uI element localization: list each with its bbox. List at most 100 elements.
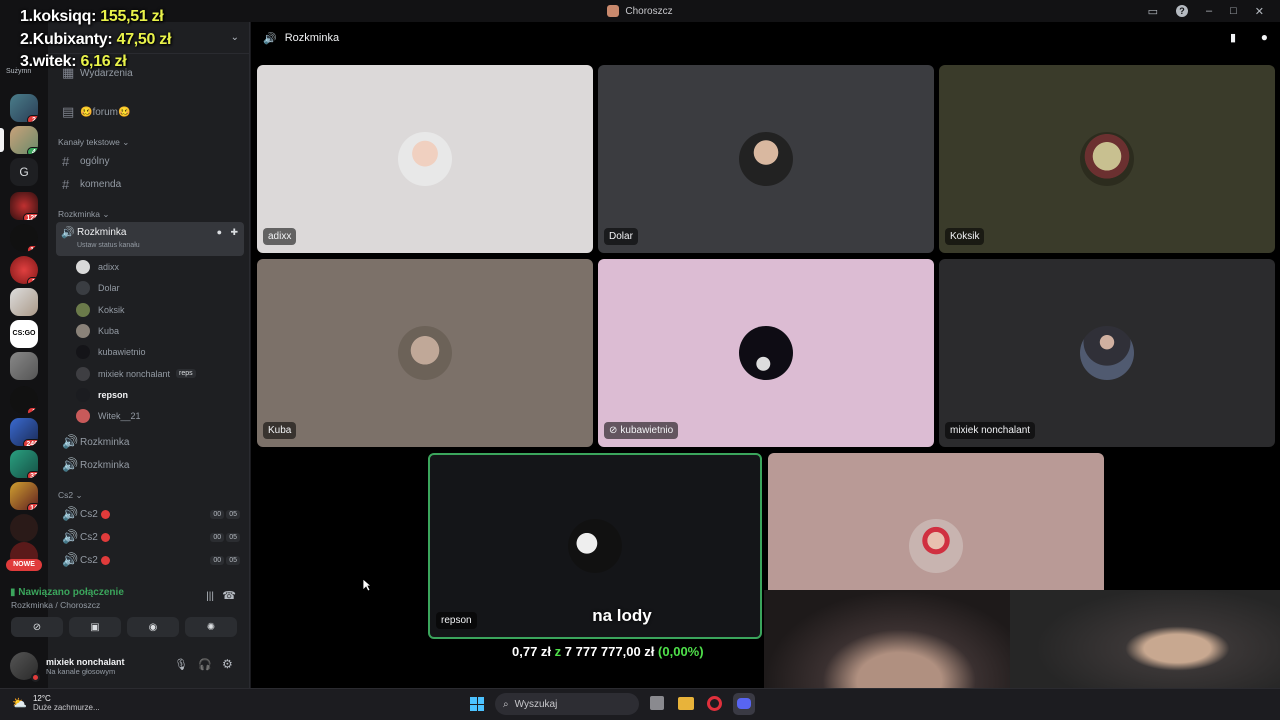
chevron-down-icon[interactable]: ⌄ (231, 32, 239, 43)
voice-channel-rozkminka-3[interactable]: 🔊 Rozkminka (56, 455, 244, 475)
avatar (76, 260, 90, 274)
server-icon[interactable]: 1 (10, 386, 38, 414)
csgo-server-icon[interactable]: CS:GO (10, 320, 38, 348)
user-count: 00 (210, 532, 225, 542)
screen-share-button[interactable]: ▣ (69, 617, 121, 637)
donation-goal: 0,77 zł z 7 777 777,00 zł (0,00%) (512, 644, 704, 659)
channel-ogolny[interactable]: # ogólny (56, 151, 244, 171)
chat-icon[interactable]: ● (217, 227, 222, 237)
category-voice[interactable]: Rozkminka ⌄ (58, 209, 110, 220)
channel-name: Cs2 (80, 554, 98, 566)
settings-gear-icon[interactable]: ⚙ (222, 657, 233, 671)
camera-off-button[interactable]: ⊘ (11, 617, 63, 637)
effects-button[interactable]: ✺ (185, 617, 237, 637)
user-limit: 05 (226, 555, 240, 565)
donation-message: na lody (592, 606, 652, 625)
voice-member[interactable]: Koksik (76, 301, 125, 319)
leaderboard-entry: 3.witek: 6,16 zł (20, 53, 127, 70)
windows-start-icon[interactable] (470, 697, 484, 711)
video-tile-kuba[interactable]: Kuba (257, 259, 593, 447)
participant-avatar (1080, 132, 1134, 186)
member-name: repson (98, 389, 129, 400)
voice-member[interactable]: mixiek nonchalant reps (76, 365, 196, 383)
server-icon[interactable]: 3 (10, 256, 38, 284)
voice-channel-rozkminka-2[interactable]: 🔊 Rozkminka (56, 432, 244, 452)
close-icon[interactable]: ✕ (1255, 5, 1264, 18)
speaker-icon: 🔊 (62, 434, 79, 449)
voice-member[interactable]: repson (76, 386, 128, 404)
voice-member[interactable]: Witek__21 (76, 407, 141, 425)
server-icon[interactable]: 125 (10, 192, 38, 220)
channel-status[interactable]: Ustaw status kanału (77, 242, 140, 249)
help-icon[interactable]: ? (1176, 5, 1188, 17)
server-letter-icon[interactable]: G (10, 158, 38, 186)
disconnect-icon[interactable]: ☎ (222, 589, 236, 602)
voice-channel-cs2[interactable]: 🔊 Cs2 00 05 (56, 527, 244, 547)
server-icon[interactable]: 13 (10, 224, 38, 252)
add-user-icon[interactable]: ✚ (230, 227, 238, 238)
screen-share-icon: ▣ (90, 621, 100, 633)
minimize-icon[interactable]: – (1206, 5, 1212, 17)
microphone-icon[interactable]: 🎙 (174, 658, 188, 671)
connection-location[interactable]: Rozkminka / Choroszcz (11, 600, 100, 610)
participant-avatar (739, 326, 793, 380)
server-icon[interactable]: 14 (10, 482, 38, 510)
participant-label: mixiek nonchalant (945, 422, 1036, 439)
category-text[interactable]: Kanały tekstowe ⌄ (58, 137, 129, 148)
weather-widget[interactable]: ⛅ 12°C Duże zachmurze... (12, 694, 100, 712)
inbox-icon[interactable]: ▭ (1148, 5, 1158, 18)
mouse-cursor-icon (362, 578, 372, 592)
avatar[interactable] (10, 652, 40, 682)
soundboard-icon[interactable]: ||| (206, 591, 214, 602)
user-panel: mixiek nonchalant Na kanale głosowym 🎙 🎧… (6, 648, 244, 684)
no-entry-icon (100, 509, 110, 519)
windows-taskbar: ⛅ 12°C Duże zachmurze... (0, 688, 1280, 720)
voice-member[interactable]: adixx (76, 258, 119, 276)
headphones-icon[interactable]: 🎧 (198, 658, 212, 671)
active-voice-channel[interactable]: 🔊 Rozkminka Ustaw status kanału ● ✚ (56, 222, 244, 256)
maximize-icon[interactable]: □ (1230, 5, 1237, 17)
donation-leaderboard: 1.koksiqq: 155,51 zł 2.Kubixanty: 47,50 z… (20, 6, 171, 74)
voice-member[interactable]: Kuba (76, 322, 119, 340)
new-badge[interactable]: NOWE (6, 559, 42, 571)
voice-member[interactable]: kubawietnio (76, 343, 146, 361)
category-cs2[interactable]: Cs2 ⌄ (58, 490, 83, 501)
no-entry-icon (100, 555, 110, 565)
server-icon[interactable] (10, 514, 38, 542)
server-icon[interactable] (10, 288, 38, 316)
video-tile-koksik[interactable]: Koksik (939, 65, 1275, 253)
server-icon[interactable]: 2 (10, 94, 38, 122)
forum-channel[interactable]: ▤ 🥴forum🥴 (56, 102, 244, 122)
file-explorer-icon[interactable] (678, 697, 694, 710)
speaker-icon: 🔊 (61, 227, 75, 239)
voice-member[interactable]: Dolar (76, 279, 120, 297)
no-entry-icon (100, 532, 110, 542)
member-name: kubawietnio (98, 347, 146, 358)
server-icon[interactable]: 4 (10, 126, 38, 154)
voice-channel-cs2[interactable]: 🔊 Cs2 00 05 (56, 550, 244, 570)
bookmark-icon[interactable]: ▮ (1230, 31, 1236, 44)
discord-taskbar-icon[interactable] (733, 693, 755, 715)
avatar (76, 409, 90, 424)
hash-icon: # (62, 153, 70, 169)
taskbar-search[interactable]: ⌕ Wyszukaj (495, 693, 639, 715)
channel-komenda[interactable]: # komenda (56, 174, 244, 194)
participant-avatar (568, 519, 622, 573)
video-tile-adixx[interactable]: adixx (257, 65, 593, 253)
server-icon[interactable]: 246 (10, 418, 38, 446)
voice-channel-cs2[interactable]: 🔊 Cs2 00 05 (56, 504, 244, 524)
video-tile-dolar[interactable]: Dolar (598, 65, 934, 253)
chat-bubble-icon[interactable]: ● (1261, 30, 1268, 44)
task-view-icon[interactable] (650, 696, 664, 710)
server-icon[interactable]: 33 (10, 450, 38, 478)
video-tile-mixiek[interactable]: mixiek nonchalant (939, 259, 1275, 447)
server-icon[interactable] (10, 352, 38, 380)
server-icon (607, 5, 620, 17)
activities-button[interactable]: ◉ (127, 617, 179, 637)
member-name: Dolar (98, 283, 120, 294)
user-count: 00 (210, 555, 225, 565)
camera-off-icon: ⊘ (32, 621, 42, 633)
video-tile-kubawietnio[interactable]: ⊘ kubawietnio (598, 259, 934, 447)
participant-avatar (1080, 326, 1134, 380)
opera-icon[interactable] (707, 696, 722, 711)
